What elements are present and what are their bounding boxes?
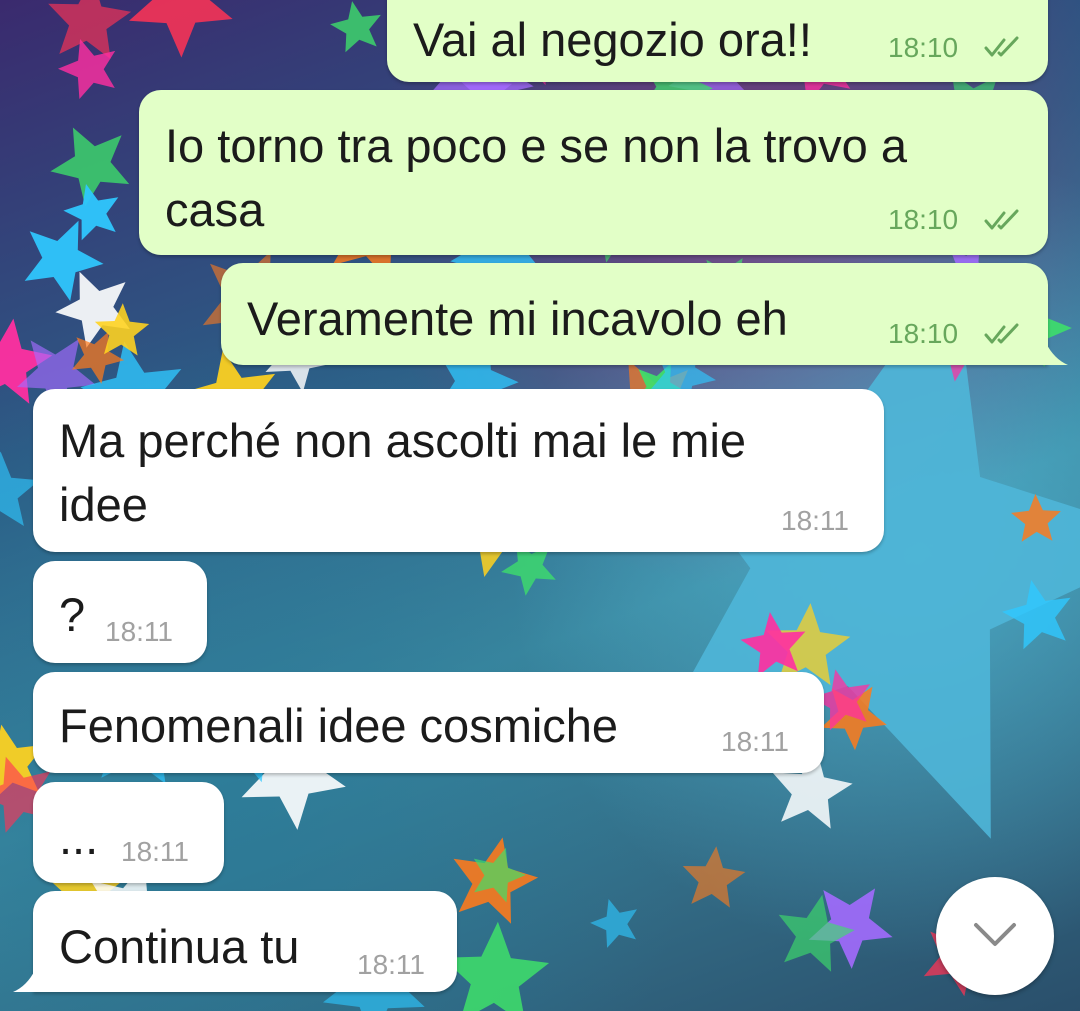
star-decoration	[129, 0, 233, 58]
star-decoration	[590, 899, 637, 948]
message-text: ...	[59, 811, 99, 864]
message-text: Veramente mi incavolo eh	[247, 292, 788, 345]
outgoing-message[interactable]: Io torno tra poco e se non la trovo a ca…	[139, 90, 1048, 255]
scroll-to-bottom-button[interactable]	[936, 877, 1054, 995]
message-text-line-2: idee	[59, 478, 148, 531]
message-text: ?	[59, 588, 86, 641]
message-time: 18:10	[888, 204, 959, 235]
chat-screen: Vai al negozio ora!! 18:10 Io torno tra …	[0, 0, 1080, 1011]
message-text: Fenomenali idee cosmiche	[59, 699, 619, 752]
message-text: Vai al negozio ora!!	[413, 13, 812, 66]
message-time: 18:10	[888, 318, 959, 349]
message-text-line-1: Ma perché non ascolti mai le mie	[59, 414, 747, 467]
outgoing-message[interactable]: Vai al negozio ora!! 18:10	[387, 0, 1048, 82]
incoming-message[interactable]: ... 18:11	[33, 782, 224, 883]
message-time: 18:11	[781, 505, 849, 536]
double-check-icon	[984, 323, 1019, 344]
star-decoration	[682, 846, 746, 908]
bubble-tail	[1046, 343, 1068, 365]
incoming-message[interactable]: Ma perché non ascolti mai le mie idee 18…	[33, 389, 884, 552]
incoming-message[interactable]: Fenomenali idee cosmiche 18:11	[33, 672, 824, 773]
message-text: Continua tu	[59, 920, 300, 973]
message-text-line-2: casa	[165, 183, 265, 236]
message-time: 18:11	[105, 616, 173, 647]
star-decoration	[330, 1, 381, 53]
incoming-message[interactable]: ? 18:11	[33, 561, 207, 663]
message-time: 18:11	[357, 949, 425, 980]
star-decoration	[442, 921, 550, 1011]
message-time: 18:11	[121, 836, 189, 867]
double-check-icon	[984, 209, 1019, 230]
bubble-tail	[13, 970, 35, 992]
message-time: 18:10	[888, 32, 959, 63]
message-text-line-1: Io torno tra poco e se non la trovo a	[165, 119, 908, 172]
star-decoration	[48, 0, 132, 59]
chevron-down-icon	[974, 923, 1016, 946]
incoming-message[interactable]: Continua tu 18:11	[33, 891, 457, 992]
outgoing-message[interactable]: Veramente mi incavolo eh 18:10	[221, 263, 1048, 365]
message-time: 18:11	[721, 726, 789, 757]
double-check-icon	[984, 36, 1019, 57]
